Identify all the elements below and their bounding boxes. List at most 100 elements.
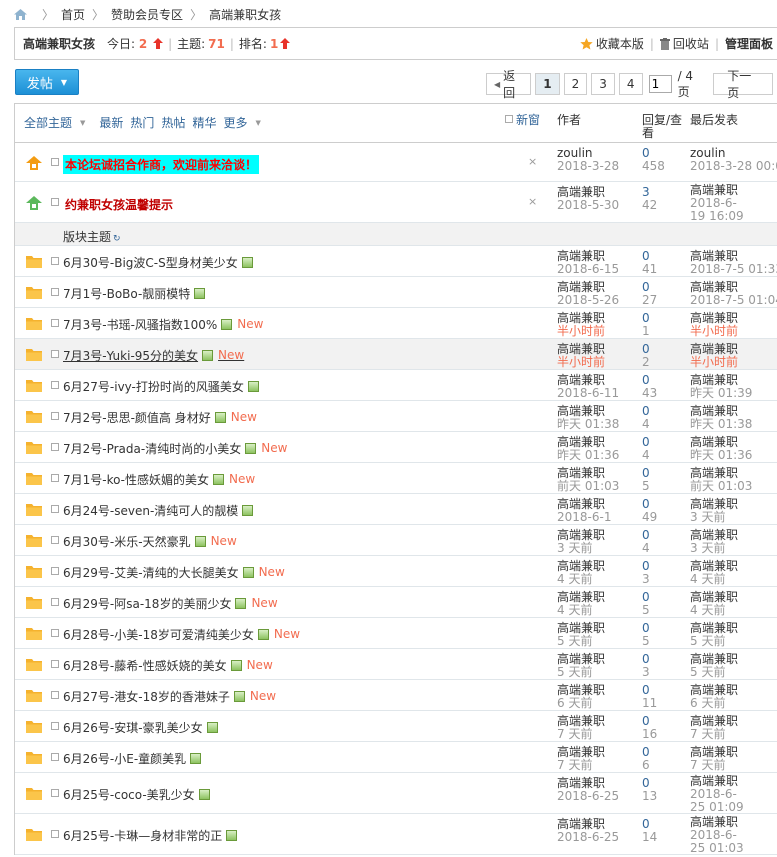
thread-checkbox[interactable] — [51, 349, 59, 358]
thread-title[interactable]: 6月30号-米乐-天然豪乳 — [63, 533, 191, 550]
new-window-checkbox[interactable] — [505, 115, 513, 123]
back-button[interactable]: ◀ 返回 — [486, 69, 532, 100]
thread-row[interactable]: 6月29号-艾美-清纯的大长腿美女 New 高端兼职 4 天前 0 3 高端兼职 4 天前 — [15, 556, 777, 587]
filter-all[interactable]: 全部主题 ▼ — [24, 114, 92, 131]
folder-icon[interactable] — [26, 317, 42, 330]
last-post-time[interactable]: 5 天前 — [690, 666, 738, 679]
filter-more[interactable]: 更多 ▼ — [223, 114, 267, 131]
refresh-icon[interactable]: ↻ — [113, 234, 121, 244]
breadcrumb-current-forum[interactable]: 高端兼职女孩 — [209, 6, 281, 23]
thread-checkbox[interactable] — [51, 659, 59, 668]
last-post-time[interactable]: 2018-3-28 00:05 — [690, 160, 777, 173]
thread-row[interactable]: 6月24号-seven-清纯可人的靓模 高端兼职 2018-6-1 0 49 高端兼职 3 … — [15, 494, 777, 525]
folder-icon[interactable] — [26, 286, 42, 299]
last-post-time[interactable]: 7 天前 — [690, 728, 738, 741]
page-2[interactable]: 2 — [563, 73, 588, 95]
admin-panel-link[interactable]: 管理面板 — [725, 35, 773, 52]
thread-checkbox[interactable] — [51, 721, 59, 730]
thread-checkbox[interactable] — [51, 829, 59, 838]
folder-icon[interactable] — [26, 787, 42, 800]
last-post-time[interactable]: 2018-6-19 16:09 — [690, 197, 752, 223]
thread-row[interactable]: 7月1号-ko-性感妖媚的美女 New 高端兼职 前天 01:03 0 5 高端兼职 前天 0… — [15, 463, 777, 494]
thread-title[interactable]: 6月29号-阿sa-18岁的美丽少女 — [63, 595, 231, 612]
last-post-time[interactable]: 2018-6-25 01:03 — [690, 829, 752, 855]
thread-checkbox[interactable] — [51, 380, 59, 389]
thread-title[interactable]: 6月27号-ivy-打扮时尚的风骚美女 — [63, 378, 244, 395]
filter-digest[interactable]: 精华 — [192, 114, 216, 131]
thread-checkbox[interactable] — [51, 473, 59, 482]
thread-row[interactable]: 6月29号-阿sa-18岁的美丽少女 New 高端兼职 4 天前 0 5 高端兼职 4 天前 — [15, 587, 777, 618]
thread-title[interactable]: 7月3号-书瑶-风骚指数100% — [63, 316, 217, 333]
last-post-time[interactable]: 半小时前 — [690, 325, 738, 338]
thread-title[interactable]: 7月3号-Yuki-95分的美女 — [63, 347, 198, 364]
post-button[interactable]: 发帖 ▼ — [15, 69, 79, 95]
sticky-thread-row[interactable]: 本论坛诚招合作商，欢迎前来洽谈！ × zoulin 2018-3-28 0 458 zoul… — [15, 143, 777, 182]
close-icon[interactable]: × — [528, 155, 537, 168]
thread-checkbox[interactable] — [51, 197, 59, 206]
thread-title[interactable]: 7月1号-BoBo-靓丽模特 — [63, 285, 190, 302]
thread-checkbox[interactable] — [51, 318, 59, 327]
filter-hot[interactable]: 热门 — [130, 114, 154, 131]
filter-hot-posts[interactable]: 热帖 — [161, 114, 185, 131]
thread-row[interactable]: 7月3号-Yuki-95分的美女 New 高端兼职 半小时前 0 2 高端兼职 半小时前 — [15, 339, 777, 370]
new-window-toggle[interactable]: 新窗 — [505, 111, 540, 128]
folder-icon[interactable] — [26, 503, 42, 516]
folder-icon[interactable] — [26, 627, 42, 640]
thread-checkbox[interactable] — [51, 690, 59, 699]
thread-row[interactable]: 7月3号-书瑶-风骚指数100% New 高端兼职 半小时前 0 1 高端兼职 半小时前 — [15, 308, 777, 339]
close-icon[interactable]: × — [528, 195, 537, 208]
last-post-time[interactable]: 昨天 01:38 — [690, 418, 752, 431]
last-post-time[interactable]: 昨天 01:36 — [690, 449, 752, 462]
thread-row[interactable]: 6月25号-coco-美乳少女 高端兼职 2018-6-25 0 13 高端兼职 2018-… — [15, 773, 777, 814]
folder-icon[interactable] — [26, 751, 42, 764]
thread-title[interactable]: 6月27号-港女-18岁的香港妹子 — [63, 688, 230, 705]
thread-row[interactable]: 6月30号-Big波C-S型身材美少女 高端兼职 2018-6-15 0 41 高端兼职 2… — [15, 246, 777, 277]
folder-icon[interactable] — [26, 410, 42, 423]
home-icon[interactable] — [14, 8, 27, 20]
thread-checkbox[interactable] — [51, 256, 59, 265]
sticky-thread-row[interactable]: 约兼职女孩温馨提示 × 高端兼职 2018-5-30 3 42 高端兼职 2018-6-19 … — [15, 182, 777, 223]
last-post-time[interactable]: 6 天前 — [690, 697, 738, 710]
thread-checkbox[interactable] — [51, 628, 59, 637]
folder-icon[interactable] — [26, 472, 42, 485]
thread-title[interactable]: 6月29号-艾美-清纯的大长腿美女 — [63, 564, 239, 581]
thread-checkbox[interactable] — [51, 597, 59, 606]
thread-title[interactable]: 6月25号-卡琳—身材非常的正 — [63, 827, 222, 844]
thread-checkbox[interactable] — [51, 752, 59, 761]
thread-checkbox[interactable] — [51, 535, 59, 544]
thread-row[interactable]: 6月30号-米乐-天然豪乳 New 高端兼职 3 天前 0 4 高端兼职 3 天前 — [15, 525, 777, 556]
filter-latest[interactable]: 最新 — [99, 114, 123, 131]
breadcrumb-home[interactable]: 首页 — [61, 6, 85, 23]
recycle-bin-link[interactable]: 回收站 — [673, 35, 709, 52]
folder-icon[interactable] — [26, 689, 42, 702]
last-post-time[interactable]: 半小时前 — [690, 356, 738, 369]
folder-icon[interactable] — [26, 255, 42, 268]
thread-title[interactable]: 约兼职女孩温馨提示 — [63, 195, 175, 214]
last-post-time[interactable]: 昨天 01:39 — [690, 387, 752, 400]
replies-views-column-header[interactable]: 回复/查看 — [642, 114, 688, 140]
last-post-time[interactable]: 3 天前 — [690, 511, 738, 524]
folder-icon[interactable] — [26, 441, 42, 454]
thread-row[interactable]: 6月27号-港女-18岁的香港妹子 New 高端兼职 6 天前 0 11 高端兼职 6 天前 — [15, 680, 777, 711]
last-post-time[interactable]: 2018-7-5 01:33 — [690, 263, 777, 276]
folder-icon[interactable] — [26, 565, 42, 578]
thread-title[interactable]: 6月28号-藤希-性感妖娆的美女 — [63, 657, 227, 674]
favorite-forum-link[interactable]: 收藏本版 — [596, 35, 644, 52]
thread-row[interactable]: 6月28号-藤希-性感妖娆的美女 New 高端兼职 5 天前 0 3 高端兼职 5 天前 — [15, 649, 777, 680]
thread-checkbox[interactable] — [51, 566, 59, 575]
page-3[interactable]: 3 — [591, 73, 615, 95]
thread-checkbox[interactable] — [51, 442, 59, 451]
thread-row[interactable]: 6月27号-ivy-打扮时尚的风骚美女 高端兼职 2018-6-11 0 43 高端兼职昨… — [15, 370, 777, 401]
thread-title[interactable]: 7月2号-思思-颜值高 身材好 — [63, 409, 211, 426]
folder-icon[interactable] — [26, 534, 42, 547]
thread-title[interactable]: 6月24号-seven-清纯可人的靓模 — [63, 502, 238, 519]
last-post-time[interactable]: 2018-7-5 01:04 — [690, 294, 777, 307]
thread-checkbox[interactable] — [51, 157, 59, 166]
thread-title[interactable]: 6月30号-Big波C-S型身材美少女 — [63, 254, 238, 271]
page-jump-input[interactable] — [648, 75, 672, 93]
last-post-time[interactable]: 前天 01:03 — [690, 480, 752, 493]
folder-icon[interactable] — [26, 379, 42, 392]
last-post-time[interactable]: 2018-6-25 01:09 — [690, 788, 752, 814]
thread-row[interactable]: 6月25号-卡琳—身材非常的正 高端兼职 2018-6-25 0 14 高端兼职 2018-… — [15, 814, 777, 855]
folder-icon[interactable] — [26, 720, 42, 733]
